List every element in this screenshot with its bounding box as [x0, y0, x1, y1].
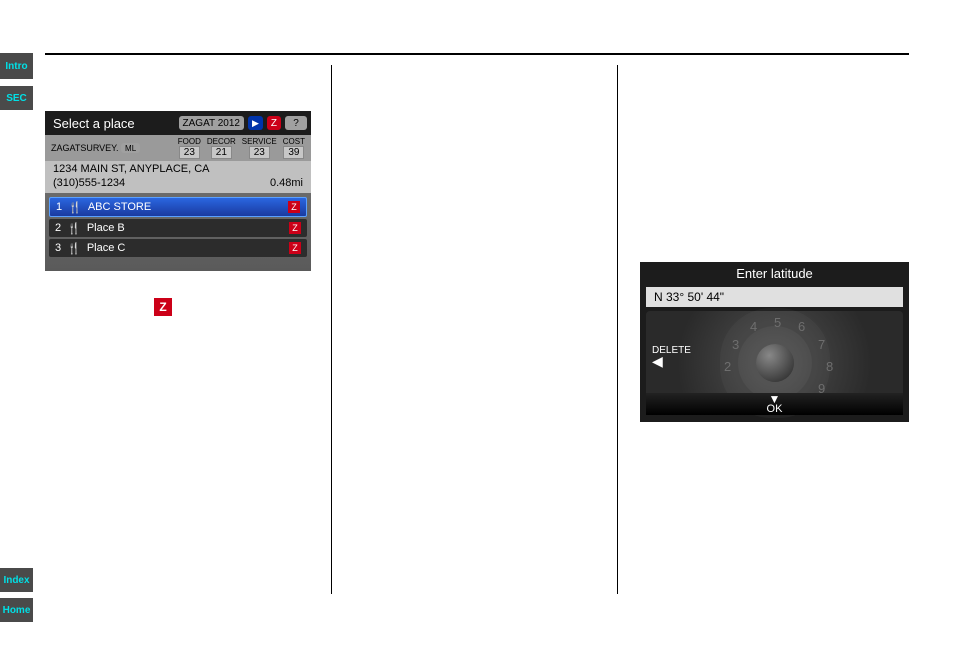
distance-text: 0.48mi — [270, 177, 303, 189]
screen-title: Enter latitude — [640, 262, 909, 285]
address-row: 1234 MAIN ST, ANYPLACE, CA — [45, 161, 311, 177]
utensil-icon: 🍴 — [68, 201, 82, 214]
dial-digit: 3 — [732, 337, 739, 352]
zagat-survey-label: ZAGATSURVEY. ML — [51, 143, 140, 154]
dial-digit: 4 — [750, 319, 757, 334]
column-separator — [617, 65, 618, 594]
zagat-survey-text: ZAGATSURVEY. — [51, 143, 119, 153]
rotary-dial[interactable]: DELETE ◀ 5 6 4 7 3 8 2 9 1 0 ▼ OK — [646, 311, 903, 415]
titlebar-chips: ZAGAT 2012 ▶ Z ? — [179, 116, 307, 130]
zagat-scores: FOOD23 DECOR21 SERVICE23 COST39 — [178, 137, 305, 159]
phone-text: (310)555-1234 — [53, 177, 125, 189]
arrow-chip: ▶ — [248, 116, 263, 130]
list-item[interactable]: 3 🍴 Place C Z — [49, 239, 307, 257]
cost-value: 39 — [283, 146, 304, 159]
cost-header: COST — [283, 137, 305, 146]
dial-digit: 7 — [818, 337, 825, 352]
z-icon: Z — [288, 201, 300, 213]
item-name: Place B — [87, 222, 125, 234]
zagat-score-row: ZAGATSURVEY. ML FOOD23 DECOR21 SERVICE23… — [45, 135, 311, 161]
decor-value: 21 — [211, 146, 232, 159]
address-text: 1234 MAIN ST, ANYPLACE, CA — [53, 163, 210, 175]
ml-chip: ML — [121, 143, 140, 153]
z-icon: Z — [289, 242, 301, 254]
item-index: 2 — [55, 222, 61, 234]
dial-digit: 8 — [826, 359, 833, 374]
z-icon: Z — [267, 116, 281, 130]
dial-digit: 5 — [774, 315, 781, 330]
dial-digit: 6 — [798, 319, 805, 334]
tab-intro[interactable]: Intro — [0, 53, 33, 79]
screen-title: Select a place — [53, 116, 135, 131]
arrow-left-icon: ◀ — [652, 356, 691, 366]
z-icon: Z — [289, 222, 301, 234]
service-header: SERVICE — [242, 137, 277, 146]
item-name: ABC STORE — [88, 201, 151, 213]
item-name: Place C — [87, 242, 126, 254]
list-item[interactable]: 1 🍴 ABC STORE Z — [49, 197, 307, 217]
phone-row: (310)555-1234 0.48mi — [45, 177, 311, 193]
help-icon: ? — [285, 116, 307, 130]
utensil-icon: 🍴 — [67, 222, 81, 235]
dial-digit: 2 — [724, 359, 731, 374]
food-header: FOOD — [178, 137, 201, 146]
screenshot-enter-latitude: Enter latitude N 33° 50' 44" DELETE ◀ 5 … — [640, 262, 909, 422]
arrow-down-icon: ▼ — [646, 395, 903, 403]
place-list: 1 🍴 ABC STORE Z 2 🍴 Place B Z 3 🍴 Place … — [45, 193, 311, 263]
ok-label: OK — [646, 403, 903, 415]
screenshot-select-a-place: Select a place ZAGAT 2012 ▶ Z ? ZAGATSUR… — [45, 111, 311, 271]
food-value: 23 — [179, 146, 200, 159]
tab-sec[interactable]: SEC — [0, 86, 33, 110]
list-item[interactable]: 2 🍴 Place B Z — [49, 219, 307, 237]
tab-home[interactable]: Home — [0, 598, 33, 622]
service-value: 23 — [249, 146, 270, 159]
utensil-icon: 🍴 — [67, 242, 81, 255]
z-icon: Z — [154, 298, 172, 316]
column-separator — [331, 65, 332, 594]
item-index: 1 — [56, 201, 62, 213]
delete-button[interactable]: DELETE ◀ — [652, 345, 691, 366]
latitude-field[interactable]: N 33° 50' 44" — [646, 287, 903, 307]
dial-knob[interactable] — [756, 344, 794, 382]
decor-header: DECOR — [207, 137, 236, 146]
screenshot-titlebar: Select a place ZAGAT 2012 ▶ Z ? — [45, 111, 311, 135]
zagat-year-chip: ZAGAT 2012 — [179, 116, 244, 130]
horizontal-rule — [45, 53, 909, 55]
tab-index[interactable]: Index — [0, 568, 33, 592]
item-index: 3 — [55, 242, 61, 254]
ok-button[interactable]: ▼ OK — [646, 393, 903, 415]
